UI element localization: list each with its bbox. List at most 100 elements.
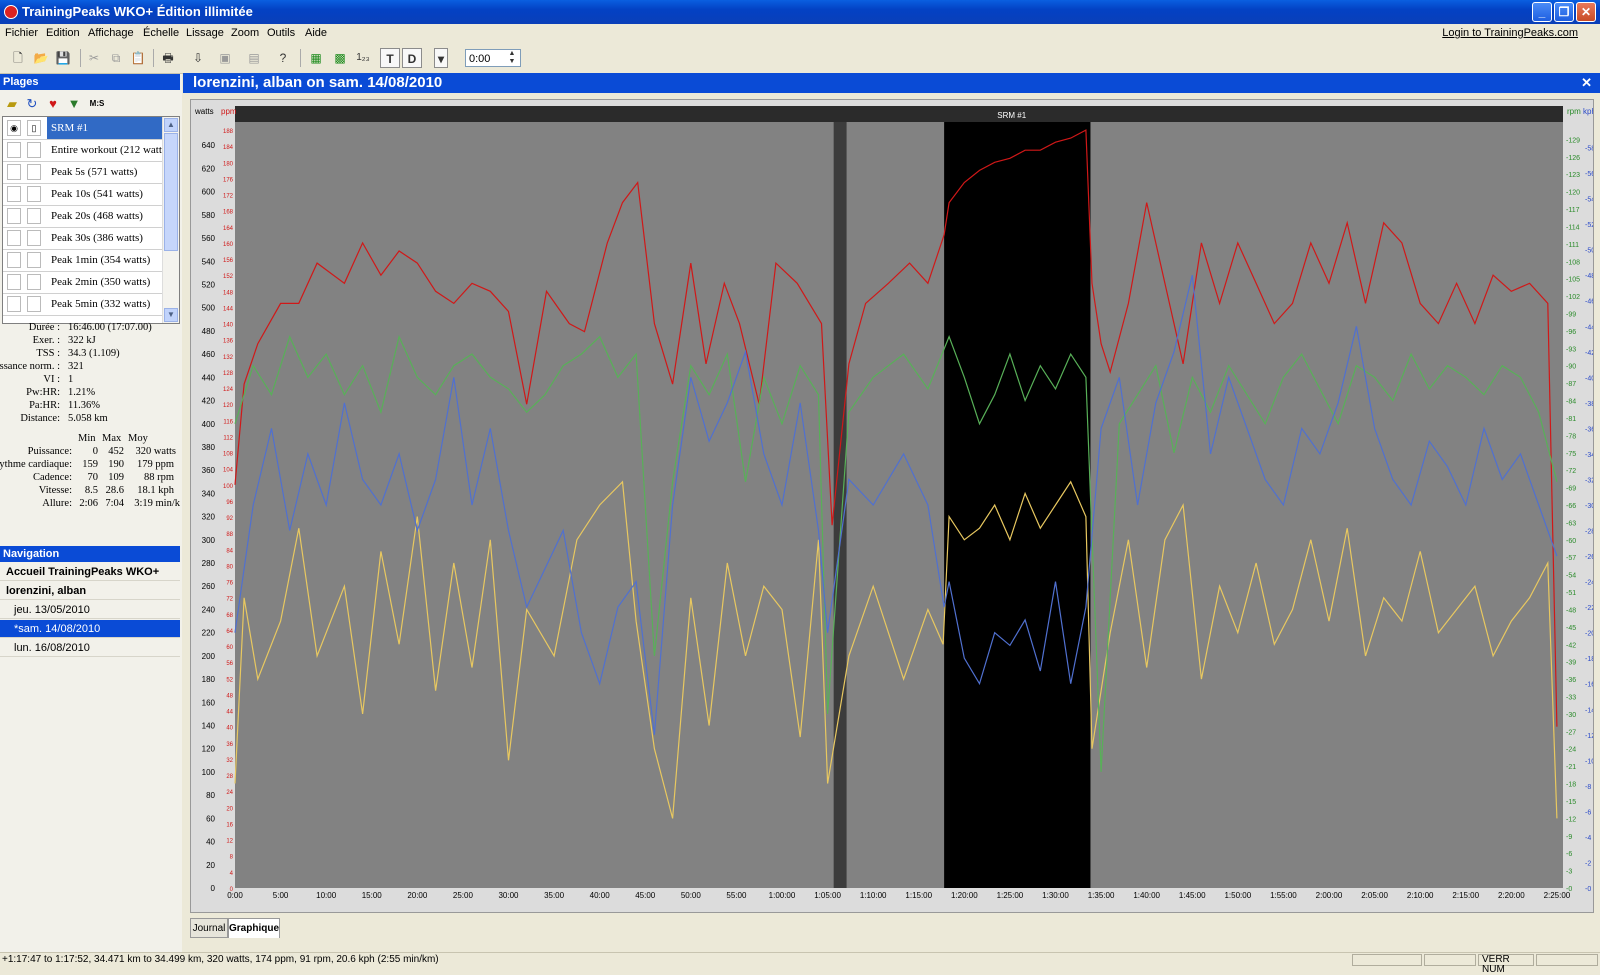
cut-icon[interactable]: ✂ xyxy=(84,48,104,68)
range-row[interactable]: Peak 5s (571 watts) xyxy=(3,161,163,184)
x-tick: 2:00:00 xyxy=(1316,891,1343,900)
lock-checkbox[interactable] xyxy=(27,252,41,268)
minimize-button[interactable]: _ xyxy=(1532,2,1552,22)
y-tick-rpm: -60 xyxy=(1566,538,1576,545)
menu-affichage[interactable]: Affichage xyxy=(88,27,134,39)
x-tick: 2:15:00 xyxy=(1452,891,1479,900)
stat-exer: Exer. :322 kJ xyxy=(32,335,96,346)
lock-checkbox[interactable] xyxy=(27,164,41,180)
menu-fichier[interactable]: Fichier xyxy=(5,27,38,39)
lock-checkbox[interactable] xyxy=(27,230,41,246)
numbers-icon[interactable]: 1₂₃ xyxy=(353,48,373,68)
y-tick-watts: 80 xyxy=(206,791,215,800)
lock-checkbox[interactable] xyxy=(27,296,41,312)
heart-icon[interactable]: ♥ xyxy=(45,96,61,112)
y-tick-rpm: -78 xyxy=(1566,433,1576,440)
window-icon[interactable]: ▣ xyxy=(215,48,235,68)
spinner-icon[interactable]: ▲ ▼ xyxy=(505,50,519,66)
menu-outils[interactable]: Outils xyxy=(267,27,295,39)
range-row[interactable]: Entire workout (212 watts) xyxy=(3,139,163,162)
help-icon[interactable]: ? xyxy=(273,48,293,68)
menu-echelle[interactable]: Échelle xyxy=(143,27,179,39)
nav-day-item[interactable]: lun. 16/08/2010 xyxy=(0,639,180,657)
save-icon[interactable]: 💾 xyxy=(53,48,73,68)
visibility-checkbox[interactable] xyxy=(7,296,21,312)
time-axis-button[interactable]: T xyxy=(380,48,400,68)
tab-graphique[interactable]: Graphique xyxy=(228,918,280,938)
visibility-checkbox[interactable] xyxy=(7,230,21,246)
range-row[interactable]: Peak 2min (350 watts) xyxy=(3,271,163,294)
new-file-icon[interactable]: 🗋 xyxy=(8,48,28,68)
document-close-icon[interactable]: ✕ xyxy=(1581,73,1592,93)
y-tick-rpm: -87 xyxy=(1566,381,1576,388)
menu-zoom[interactable]: Zoom xyxy=(231,27,259,39)
ms-toggle[interactable]: M:S xyxy=(86,96,108,112)
scroll-down-icon[interactable]: ▼ xyxy=(164,308,178,322)
range-row[interactable]: Peak 1min (354 watts) xyxy=(3,249,163,272)
nav-athlete[interactable]: lorenzini, alban xyxy=(0,582,180,600)
import-icon[interactable]: ⇩ xyxy=(188,48,208,68)
lock-checkbox[interactable] xyxy=(27,274,41,290)
y-tick-kph: -10 xyxy=(1585,758,1593,765)
x-tick: 1:35:00 xyxy=(1088,891,1115,900)
y-tick-watts: 400 xyxy=(202,420,216,429)
range-row[interactable]: Peak 5min (332 watts) xyxy=(3,293,163,316)
distance-axis-button[interactable]: D xyxy=(402,48,422,68)
tab-journal[interactable]: Journal xyxy=(190,918,228,938)
refresh-icon[interactable]: ↻ xyxy=(24,96,40,112)
y-tick-rpm: -120 xyxy=(1566,190,1580,197)
range-list-scrollbar[interactable]: ▲ ▼ xyxy=(162,117,179,323)
visibility-checkbox[interactable] xyxy=(7,252,21,268)
panel-icon[interactable]: ▤ xyxy=(244,48,264,68)
login-link[interactable]: Login to TrainingPeaks.com xyxy=(1442,27,1578,39)
app-icon xyxy=(4,5,18,19)
range-row[interactable]: Peak 30s (386 watts) xyxy=(3,227,163,250)
range-row[interactable]: Peak 20s (468 watts) xyxy=(3,205,163,228)
visibility-checkbox[interactable] xyxy=(7,142,21,158)
lock-checkbox[interactable] xyxy=(27,142,41,158)
paste-icon[interactable]: 📋 xyxy=(128,48,148,68)
range-folder-icon[interactable]: ▰ xyxy=(4,96,20,112)
y-tick-watts: 420 xyxy=(202,397,216,406)
stat-tss: TSS :34.3 (1.109) xyxy=(36,348,120,359)
maximize-button[interactable]: ❐ xyxy=(1554,2,1574,22)
range-row[interactable]: ◉ ▯ SRM #1 xyxy=(3,117,163,140)
open-folder-icon[interactable]: 📂 xyxy=(31,48,51,68)
visibility-checkbox[interactable] xyxy=(7,274,21,290)
menu-aide[interactable]: Aide xyxy=(305,27,327,39)
filter-icon[interactable]: ▼ xyxy=(66,96,82,112)
copy-icon[interactable]: ⧉ xyxy=(106,48,126,68)
y-tick-ppm: 60 xyxy=(226,645,233,651)
menu-edition[interactable]: Edition xyxy=(46,27,80,39)
range-row[interactable]: Peak 10s (541 watts) xyxy=(3,183,163,206)
y-tick-watts: 120 xyxy=(202,745,216,754)
menu-lissage[interactable]: Lissage xyxy=(186,27,224,39)
nav-day-item[interactable]: jeu. 13/05/2010 xyxy=(0,601,180,619)
y-tick-kph: -20 xyxy=(1585,631,1593,638)
minmax-row: Vitesse: 8.5 28.6 18.1 kph xyxy=(38,485,174,496)
x-tick: 20:00 xyxy=(407,891,428,900)
nav-home[interactable]: Accueil TrainingPeaks WKO+ xyxy=(0,563,180,581)
lock-checkbox[interactable] xyxy=(27,186,41,202)
eye-icon[interactable]: ◉ xyxy=(7,120,21,136)
graph-stacked-icon[interactable]: ▦ xyxy=(306,48,326,68)
workout-chart[interactable]: SRM #1 watts ppm 0 20 40 60 80 100 120 140 160 180 20… xyxy=(191,100,1593,912)
y-tick-kph: -52 xyxy=(1585,222,1593,229)
y-tick-watts: 300 xyxy=(202,536,216,545)
y-tick-watts: 620 xyxy=(202,164,216,173)
visibility-checkbox[interactable] xyxy=(7,164,21,180)
visibility-checkbox[interactable] xyxy=(7,186,21,202)
scroll-up-icon[interactable]: ▲ xyxy=(164,118,178,132)
scroll-thumb[interactable] xyxy=(164,133,178,251)
print-icon[interactable]: 🖶 xyxy=(158,48,178,68)
dropdown-arrow-icon[interactable]: ▾ xyxy=(434,48,448,68)
y-tick-rpm: -84 xyxy=(1566,399,1576,406)
nav-day-item[interactable]: *sam. 14/08/2010 xyxy=(0,620,180,638)
visibility-checkbox[interactable] xyxy=(7,208,21,224)
y-tick-ppm: 152 xyxy=(223,274,234,280)
graph-overlay-icon[interactable]: ▩ xyxy=(330,48,350,68)
lock-checkbox[interactable] xyxy=(27,208,41,224)
close-button[interactable]: ✕ xyxy=(1576,2,1596,22)
lock-icon[interactable]: ▯ xyxy=(27,120,41,136)
range-label: Peak 20s (468 watts) xyxy=(51,210,143,222)
